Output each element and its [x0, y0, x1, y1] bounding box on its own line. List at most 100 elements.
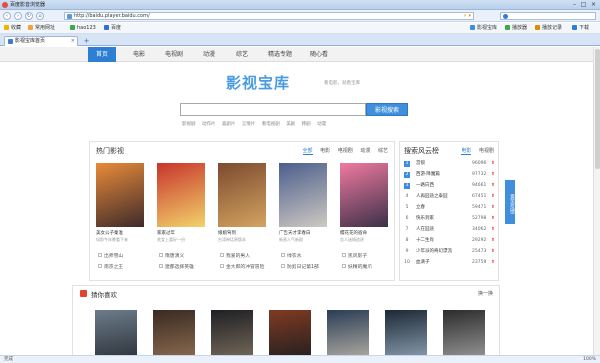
play-icon — [220, 264, 224, 268]
search-tag[interactable]: 看电视剧 — [262, 122, 280, 127]
movie-link[interactable]: 金大郎的冲冒冒险 — [220, 263, 264, 270]
fav-item-common[interactable]: 常用网址 — [28, 25, 55, 32]
tool-history[interactable]: 播放记录 — [535, 25, 562, 32]
nav-home[interactable]: 首页 — [88, 47, 117, 62]
window-title: 百度影音浏览器 — [10, 2, 46, 8]
address-toolbar: ‹ › ↻ ⌂ http://baidu.player.baidu.com/ ⚡… — [0, 10, 600, 22]
rank-row[interactable]: 3 一路向西 94661 ⬆ — [404, 181, 496, 191]
play-icon — [281, 264, 285, 268]
zoom-level[interactable]: 100% — [583, 356, 596, 363]
movie-link[interactable]: 凯风影子 — [342, 252, 367, 259]
tab-variety[interactable]: 综艺 — [378, 148, 388, 154]
rank-number: 3 — [404, 183, 410, 189]
rank-row[interactable]: 9 少年派的奇幻漂流 25473 ⬆ — [404, 247, 496, 257]
movie-link[interactable]: 南京之王 — [98, 263, 123, 270]
library-icon — [470, 25, 475, 30]
trend-up-icon: ⬆ — [491, 172, 495, 177]
movie-link[interactable]: 防剪日记第1部 — [281, 263, 319, 270]
tool-video-library[interactable]: 影视宝库 — [470, 25, 497, 32]
favorites-menu[interactable]: 收藏 — [4, 25, 21, 32]
address-input[interactable]: http://baidu.player.baidu.com/ ⚡ ▾ — [64, 12, 474, 20]
fav-item-hao123[interactable]: hao123 — [70, 25, 96, 32]
rank-row[interactable]: 8 十二生肖 29292 ⬆ — [404, 236, 496, 246]
search-tag[interactable]: 影视剧 — [182, 122, 196, 127]
tool-download[interactable]: 下载 — [572, 25, 589, 32]
movie-link[interactable]: 建都选择英雄 — [159, 263, 194, 270]
scrollbar-thumb[interactable] — [595, 49, 600, 169]
tab-movie[interactable]: 电影 — [320, 148, 330, 154]
tab-tv[interactable]: 电视剧 — [338, 148, 353, 154]
poster-title[interactable]: 广告天才李春白 — [279, 230, 311, 236]
tab-video-home[interactable]: 影视宝库首页 × — [4, 36, 78, 46]
rank-row[interactable]: 5 立春 59471 ⬆ — [404, 203, 496, 213]
rank-tab-movie[interactable]: 电影 — [461, 148, 472, 155]
tab-all[interactable]: 全部 — [302, 148, 313, 155]
play-icon — [220, 253, 224, 257]
video-search-input[interactable] — [180, 103, 366, 116]
nav-tv[interactable]: 电视剧 — [157, 47, 191, 62]
trend-up-icon: ⬆ — [491, 205, 495, 210]
feedback-button[interactable]: 意见反馈 — [505, 180, 515, 224]
search-tag[interactable]: 言情片 — [242, 122, 256, 127]
hot-movies-panel: 热门影视 全部 电影 电视剧 动漫 综艺 美女公子秦淮 如即今年晚看下来 家家过年贫… — [89, 141, 395, 281]
rank-row[interactable]: 7 人在囧途 34062 ⬆ — [404, 225, 496, 235]
rank-movie-name: 一路向西 — [416, 183, 434, 188]
refresh-recommendations[interactable]: 换一换 — [478, 290, 493, 297]
movie-poster[interactable] — [279, 163, 327, 227]
tool-player[interactable]: 播放器 — [505, 25, 527, 32]
play-icon — [342, 264, 346, 268]
rank-row[interactable]: 10 血滴子 23759 ⬆ — [404, 258, 496, 268]
search-tag[interactable]: 美剧 — [286, 122, 295, 127]
rank-search-count: 94661 — [472, 183, 487, 188]
nav-anime[interactable]: 动漫 — [195, 47, 223, 62]
movie-poster[interactable] — [340, 163, 388, 227]
refresh-button[interactable]: ↻ — [25, 12, 33, 20]
tab-anime[interactable]: 动漫 — [360, 148, 370, 154]
maximize-button[interactable]: □ — [579, 1, 588, 8]
page-scrollbar[interactable] — [593, 47, 600, 355]
guess-you-like-panel: 猜你喜欢 换一换 — [72, 285, 500, 363]
movie-poster[interactable] — [218, 163, 266, 227]
poster-title[interactable]: 家家过年 — [157, 230, 175, 236]
poster-title[interactable]: 娘娘驾到 — [218, 230, 236, 236]
search-tag[interactable]: 韩剧 — [302, 122, 311, 127]
close-window-button[interactable]: × — [589, 1, 598, 8]
url-tools-icon[interactable]: ⚡ ▾ — [463, 13, 471, 20]
movie-link[interactable]: 妖精的魔爪 — [342, 263, 372, 270]
minimize-button[interactable]: – — [570, 1, 579, 8]
search-tag[interactable]: 喜剧片 — [222, 122, 236, 127]
nav-variety[interactable]: 综艺 — [228, 47, 256, 62]
back-button[interactable]: ‹ — [3, 12, 11, 20]
rank-number: 5 — [405, 205, 409, 210]
rank-search-count: 25473 — [472, 249, 487, 254]
logo-slogan: 看电影，就看宝库 — [324, 81, 360, 86]
movie-poster[interactable] — [157, 163, 205, 227]
tab-close-icon[interactable]: × — [71, 38, 75, 45]
nav-topics[interactable]: 精选专题 — [260, 47, 300, 62]
trend-up-icon: ⬆ — [491, 161, 495, 166]
movie-link[interactable]: 隋唐演义 — [159, 252, 184, 259]
forward-button[interactable]: › — [14, 12, 22, 20]
nav-movies[interactable]: 电影 — [125, 47, 153, 62]
tool-label: 播放记录 — [542, 25, 563, 31]
search-tag[interactable]: 动作片 — [202, 122, 216, 127]
movie-link[interactable]: 绿衣水 — [281, 252, 301, 259]
fav-item-baidu[interactable]: 百度 — [104, 25, 121, 32]
rank-row[interactable]: 2 西游·降魔篇 97732 ⬆ — [404, 170, 496, 180]
movie-link[interactable]: 出师雪山 — [98, 252, 123, 259]
nav-random[interactable]: 随心看 — [302, 47, 336, 62]
poster-title[interactable]: 樱花花的宿命 — [340, 230, 367, 236]
rank-row[interactable]: 6 快乐到家 52798 ⬆ — [404, 214, 496, 224]
movie-link[interactable]: 我爱的男人 — [220, 252, 250, 259]
home-button[interactable]: ⌂ — [36, 12, 44, 20]
search-tag[interactable]: 动漫 — [317, 122, 326, 127]
rank-tab-tv[interactable]: 电视剧 — [479, 148, 494, 154]
movie-poster[interactable] — [96, 163, 144, 227]
poster-title[interactable]: 美女公子秦淮 — [96, 230, 123, 236]
rank-row[interactable]: 4 人再囧途之泰囧 67451 ⬆ — [404, 192, 496, 202]
rank-row[interactable]: 1 宫锁 96096 ⬆ — [404, 159, 496, 169]
new-tab-button[interactable]: + — [82, 37, 91, 45]
video-search-button[interactable]: 影视搜索 — [366, 103, 408, 116]
browser-search-input[interactable] — [500, 12, 596, 20]
fav-label: hao123 — [77, 25, 96, 31]
